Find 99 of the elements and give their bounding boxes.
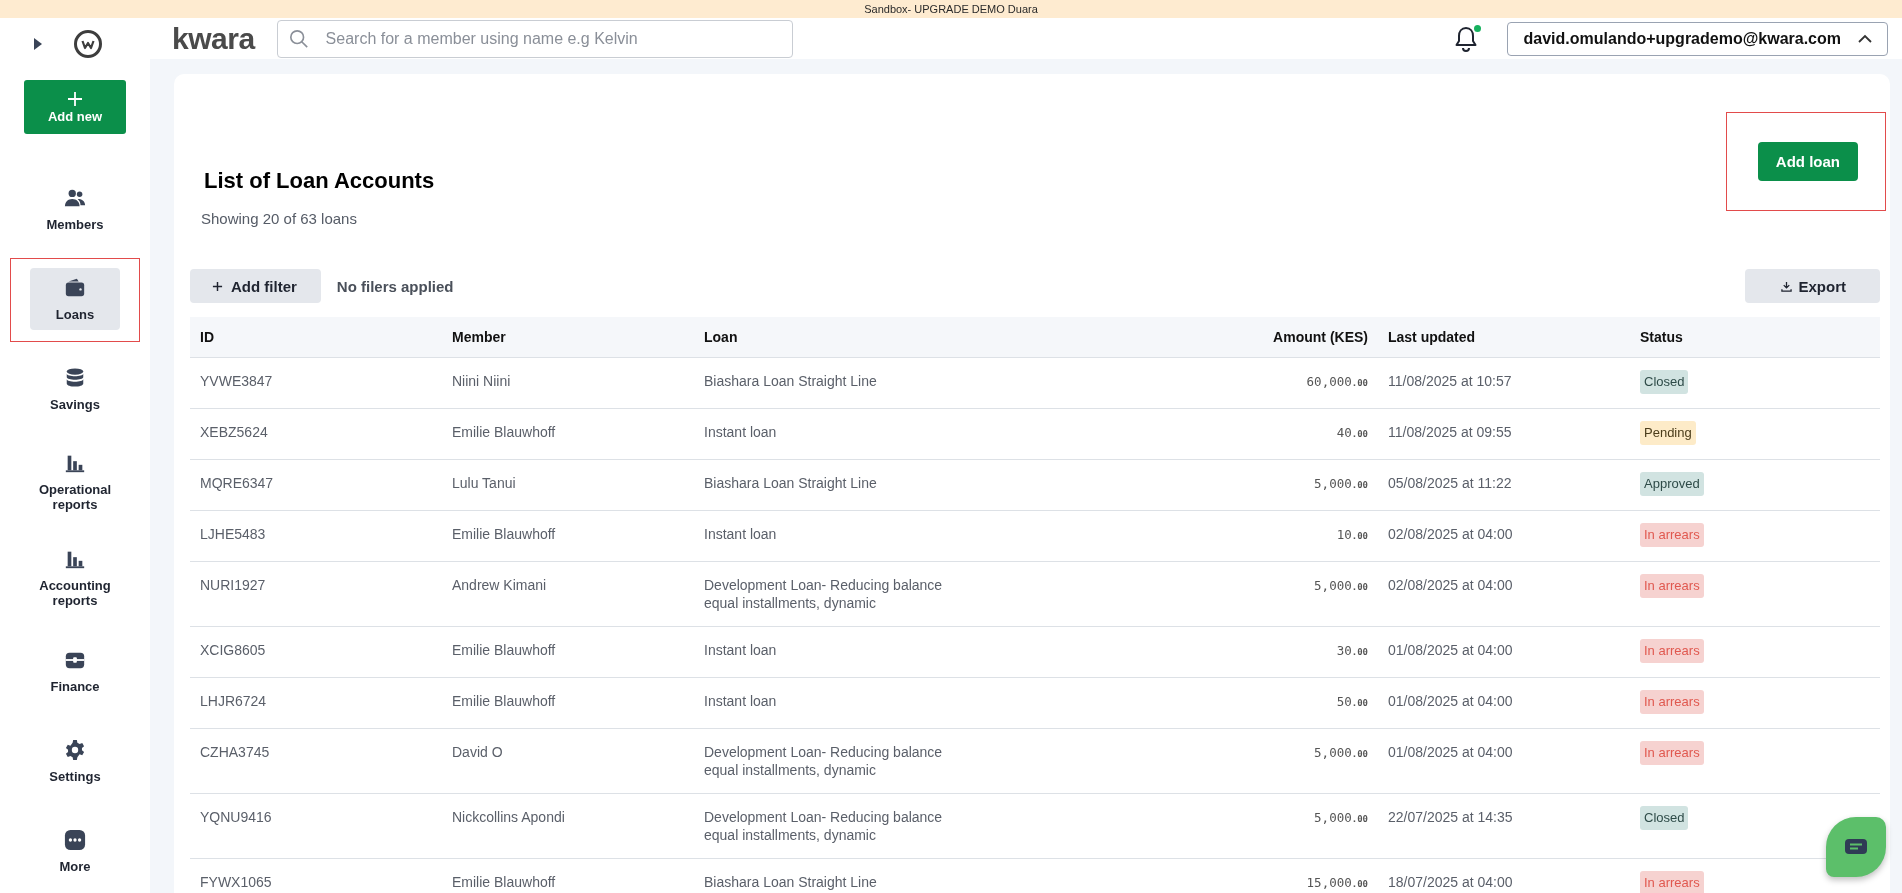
status-tag: Approved [1640, 472, 1704, 496]
sandbox-banner-text: Sandbox- UPGRADE DEMO Duara [864, 3, 1038, 15]
add-loan-button[interactable]: Add loan [1757, 142, 1858, 181]
status-tag: In arrears [1640, 871, 1704, 893]
amount-cell: 10.00 [1336, 527, 1368, 542]
table-cell: Emilie Blauwhoff [442, 626, 694, 678]
expand-icon [33, 37, 43, 51]
table-cell: NURI1927 [190, 561, 442, 627]
settings-icon [64, 738, 86, 761]
column-header: Last updated [1378, 317, 1630, 358]
table-cell: LJHE5483 [190, 510, 442, 562]
table-cell-text: Instant loan [704, 423, 778, 441]
column-header: ID [190, 317, 442, 358]
sidebar-item[interactable]: Loans [30, 268, 120, 330]
table-cell-text: Development Loan- Reducing balance equal installments, dynamic [704, 808, 944, 844]
table-cell: Nickcollins Apondi [442, 793, 694, 859]
database-icon [64, 366, 86, 389]
amount-cell: 15,000.00 [1306, 875, 1368, 890]
table-cell-text: Development Loan- Reducing balance equal installments, dynamic [704, 576, 944, 612]
table-cell: Emilie Blauwhoff [442, 408, 694, 460]
table-cell: 02/08/2025 at 04:00 [1378, 561, 1630, 627]
amount-cell: 5,000.00 [1314, 476, 1368, 491]
table-cell: 01/08/2025 at 04:00 [1378, 728, 1630, 794]
table-cell-text: Biashara Loan Straight Line [704, 873, 878, 891]
plus-icon [212, 280, 223, 292]
table-cell: 05/08/2025 at 11:22 [1378, 459, 1630, 511]
status-tag: Closed [1640, 806, 1689, 830]
status-tag: In arrears [1640, 741, 1704, 765]
table-cell: 11/08/2025 at 10:57 [1378, 357, 1630, 409]
amount-cell: 60,000.00 [1306, 374, 1368, 389]
status-tag: In arrears [1640, 574, 1704, 598]
table-cell-text: Biashara Loan Straight Line [704, 372, 878, 390]
plus-icon [67, 90, 83, 107]
status-tag: In arrears [1640, 639, 1704, 663]
amount-cell: 30.00 [1336, 643, 1368, 658]
export-button[interactable]: Export [1745, 269, 1880, 303]
table-cell: 18/07/2025 at 04:00 [1378, 858, 1630, 893]
table-cell: Niini Niini [442, 357, 694, 409]
table-cell: 01/08/2025 at 04:00 [1378, 677, 1630, 729]
table-cell-text: Instant loan [704, 692, 778, 710]
filter-status: No filers applied [336, 277, 454, 295]
status-tag: In arrears [1640, 690, 1704, 714]
table-cell: CZHA3745 [190, 728, 442, 794]
amount-cell: 5,000.00 [1314, 578, 1368, 593]
brand-logo: kwara [172, 21, 255, 56]
sidebar-item[interactable]: Savings [30, 358, 120, 420]
amount-cell: 5,000.00 [1314, 745, 1368, 760]
table-cell: YQNU9416 [190, 793, 442, 859]
table-cell: 02/08/2025 at 04:00 [1378, 510, 1630, 562]
sidebar-item[interactable]: Settings [30, 730, 120, 792]
table-cell: 01/08/2025 at 04:00 [1378, 626, 1630, 678]
search-field[interactable]: Search for a member using name e.g Kelvin [276, 19, 793, 58]
logo-icon [73, 29, 103, 59]
loan-count: Showing 20 of 63 loans [201, 210, 358, 227]
download-icon [1781, 280, 1793, 292]
table-cell-text: Instant loan [704, 525, 778, 543]
chat-button[interactable] [1826, 817, 1886, 877]
add-filter-button[interactable]: Add filter [190, 269, 321, 303]
bell-icon [1453, 24, 1478, 53]
table-cell: 22/07/2025 at 14:35 [1378, 793, 1630, 859]
account-dropdown[interactable]: david.omulando+upgrademo@kwara.com [1506, 21, 1888, 56]
sidebar-item[interactable]: Accounting reports [30, 544, 120, 612]
amount-cell: 40.00 [1336, 425, 1368, 440]
table-cell: MQRE6347 [190, 459, 442, 511]
table-cell: LHJR6724 [190, 677, 442, 729]
table-cell: XCIG8605 [190, 626, 442, 678]
amount-cell: 5,000.00 [1314, 810, 1368, 825]
wallet-icon [64, 276, 86, 299]
sidebar-item[interactable]: Operational reports [30, 448, 120, 516]
table-cell-text: Instant loan [704, 641, 778, 659]
table-cell-text: Development Loan- Reducing balance equal installments, dynamic [704, 743, 944, 779]
table-cell: David O [442, 728, 694, 794]
table-cell: 11/08/2025 at 09:55 [1378, 408, 1630, 460]
status-tag: In arrears [1640, 523, 1704, 547]
chevron-up-icon [1857, 33, 1873, 44]
status-tag: Pending [1640, 421, 1696, 445]
table-cell: Emilie Blauwhoff [442, 677, 694, 729]
column-header: Member [442, 317, 694, 358]
column-header: Loan [694, 317, 1004, 358]
table-cell: Andrew Kimani [442, 561, 694, 627]
status-tag: Closed [1640, 370, 1689, 394]
table-cell: Emilie Blauwhoff [442, 510, 694, 562]
table-cell: XEBZ5624 [190, 408, 442, 460]
more-icon [64, 828, 86, 851]
search-icon [288, 28, 309, 49]
sidebar-item[interactable]: Members [30, 178, 120, 240]
add-new-button[interactable]: Add new [24, 80, 126, 134]
page-title: List of Loan Accounts [204, 168, 435, 194]
column-header: Status [1630, 317, 1880, 358]
sidebar-item[interactable]: More [30, 820, 120, 882]
amount-cell: 50.00 [1336, 694, 1368, 709]
table-cell-text: Biashara Loan Straight Line [704, 474, 878, 492]
table-cell: YVWE3847 [190, 357, 442, 409]
table-cell: FYWX1065 [190, 858, 442, 893]
table-cell: Emilie Blauwhoff [442, 858, 694, 893]
table-cell: Lulu Tanui [442, 459, 694, 511]
chat-icon [1844, 838, 1868, 856]
column-header: Amount (KES) [1004, 317, 1378, 358]
sidebar-item[interactable]: Finance [30, 640, 120, 702]
